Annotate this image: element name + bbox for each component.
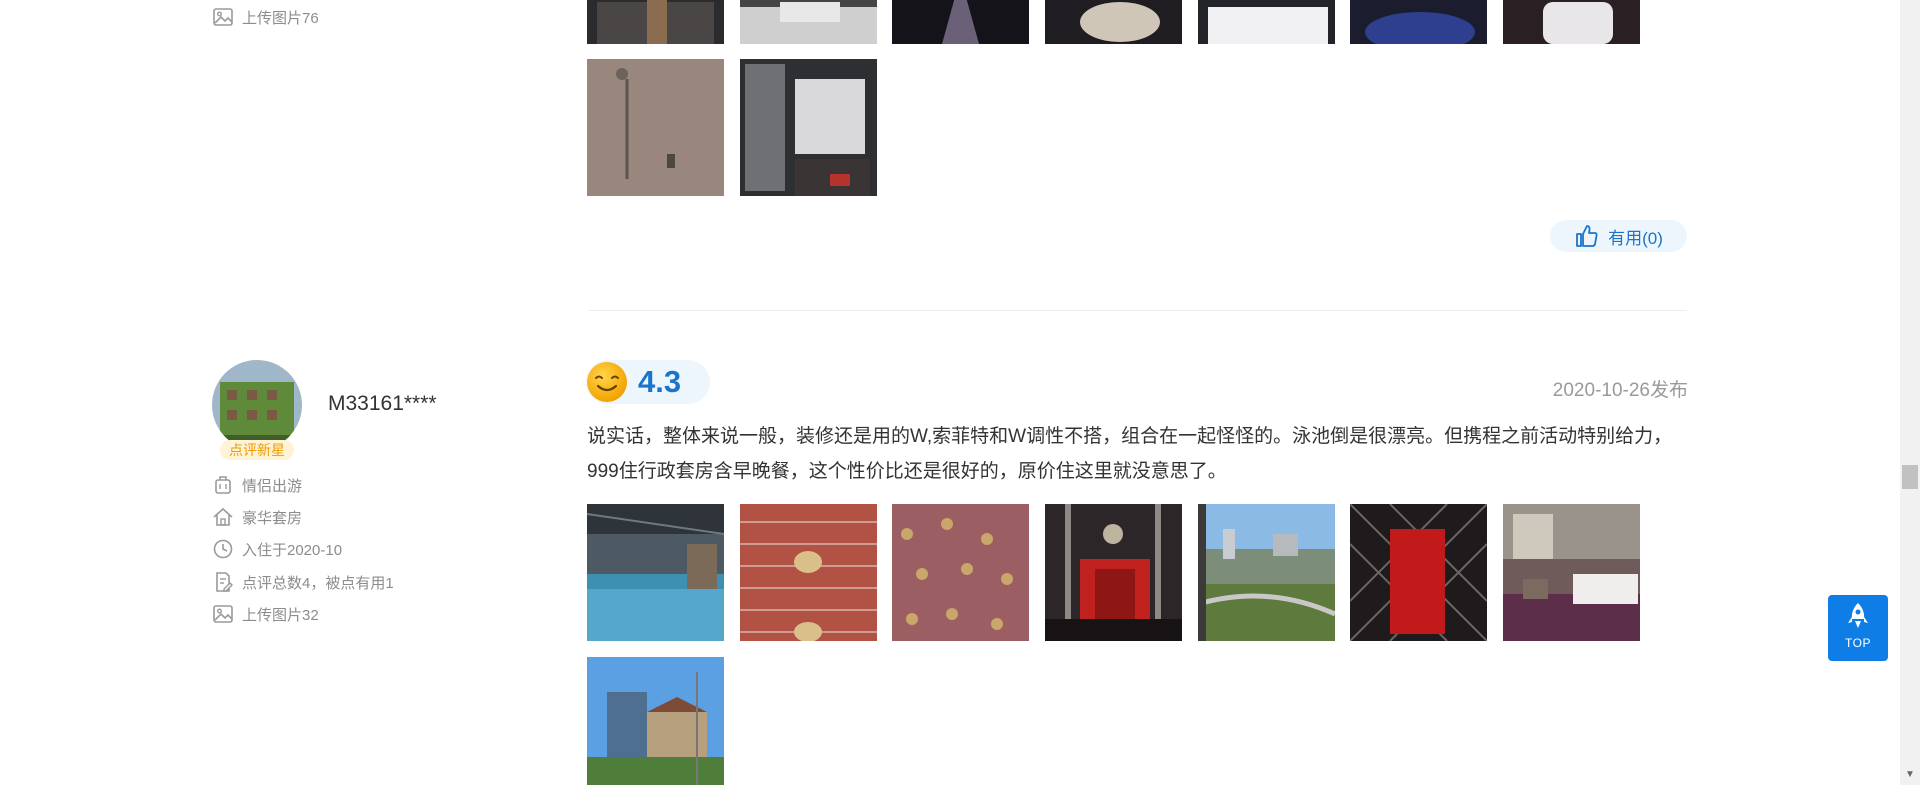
scrollbar[interactable]: ▼ bbox=[1900, 0, 1920, 785]
review-photo[interactable] bbox=[892, 504, 1029, 641]
avatar[interactable] bbox=[212, 360, 302, 450]
back-to-top-label: TOP bbox=[1845, 636, 1871, 650]
review-photo[interactable] bbox=[1198, 504, 1335, 641]
review-score: 4.3 bbox=[586, 360, 710, 404]
review-page: 上传图片76 有用(0) 点评新星 M33161**** 情侣出游 豪华套房 入… bbox=[0, 0, 1920, 785]
prev-upload-label: 上传图片76 bbox=[242, 9, 319, 27]
scrollbar-thumb[interactable] bbox=[1902, 465, 1918, 489]
review-count: 点评总数4，被点有用1 bbox=[212, 571, 394, 593]
upload-count: 上传图片32 bbox=[212, 603, 319, 625]
review-photo[interactable] bbox=[587, 504, 724, 641]
document-edit-icon bbox=[212, 571, 234, 593]
image-icon bbox=[212, 603, 234, 625]
post-date: 2020-10-26发布 bbox=[1552, 380, 1688, 401]
score-value: 4.3 bbox=[638, 364, 682, 399]
useful-button[interactable]: 有用(0) bbox=[1550, 220, 1687, 252]
review-photo[interactable] bbox=[740, 504, 877, 641]
user-level-badge: 点评新星 bbox=[220, 440, 294, 460]
review-divider bbox=[588, 310, 1687, 311]
home-icon bbox=[212, 506, 234, 528]
review-photo[interactable] bbox=[1045, 504, 1182, 641]
image-icon bbox=[212, 6, 234, 28]
travel-type: 情侣出游 bbox=[212, 474, 302, 496]
smile-face-icon bbox=[587, 362, 627, 402]
review-photo[interactable] bbox=[740, 59, 877, 196]
rocket-icon bbox=[1848, 603, 1868, 628]
review-photo[interactable] bbox=[740, 0, 877, 44]
room-type-label: 豪华套房 bbox=[242, 509, 303, 527]
review-count-label: 点评总数4，被点有用1 bbox=[242, 574, 394, 592]
travel-type-label: 情侣出游 bbox=[242, 477, 303, 495]
username[interactable]: M33161**** bbox=[328, 392, 437, 416]
checkin-date: 入住于2020-10 bbox=[212, 538, 342, 560]
review-photo[interactable] bbox=[1198, 0, 1335, 44]
useful-label: 有用(0) bbox=[1608, 228, 1663, 248]
review-photo[interactable] bbox=[1045, 0, 1182, 44]
prev-upload-count: 上传图片76 bbox=[212, 6, 319, 28]
review-photo[interactable] bbox=[587, 657, 724, 785]
thumbs-up-icon bbox=[1576, 225, 1598, 247]
upload-count-label: 上传图片32 bbox=[242, 606, 319, 624]
review-photo[interactable] bbox=[587, 0, 724, 44]
scroll-down-arrow[interactable]: ▼ bbox=[1905, 770, 1915, 780]
review-text: 说实话，整体来说一般，装修还是用的W,索菲特和W调性不搭，组合在一起怪怪的。泳池… bbox=[587, 426, 1673, 482]
back-to-top-button[interactable]: TOP bbox=[1828, 595, 1888, 661]
review-photo[interactable] bbox=[1350, 504, 1487, 641]
review-photo[interactable] bbox=[1350, 0, 1487, 44]
room-type: 豪华套房 bbox=[212, 506, 302, 528]
luggage-icon bbox=[212, 474, 234, 496]
review-photo[interactable] bbox=[1503, 504, 1640, 641]
review-photo[interactable] bbox=[1503, 0, 1640, 44]
review-photo[interactable] bbox=[587, 59, 724, 196]
checkin-label: 入住于2020-10 bbox=[242, 541, 343, 559]
review-photo[interactable] bbox=[892, 0, 1029, 44]
clock-icon bbox=[212, 538, 234, 560]
